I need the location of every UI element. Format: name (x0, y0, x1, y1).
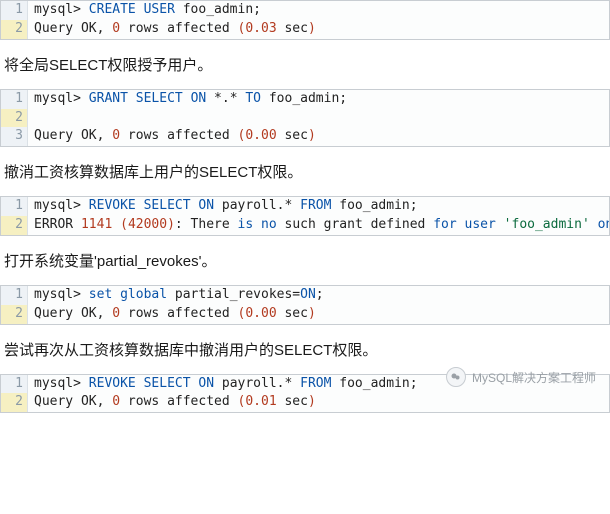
code-text: mysql> CREATE USER foo_admin; (28, 1, 609, 20)
code-text: Query OK, 0 rows affected (0.00 sec) (28, 305, 609, 324)
code-line: 1mysql> set global partial_revokes=ON; (1, 286, 609, 305)
line-number: 1 (1, 286, 28, 305)
line-number: 1 (1, 1, 28, 20)
code-line: 3Query OK, 0 rows affected (0.00 sec) (1, 127, 609, 146)
code-text: mysql> GRANT SELECT ON *.* TO foo_admin; (28, 90, 609, 109)
code-line: 1mysql> GRANT SELECT ON *.* TO foo_admin… (1, 90, 609, 109)
line-number: 1 (1, 197, 28, 216)
code-text: Query OK, 0 rows affected (0.03 sec) (28, 20, 609, 39)
line-number: 2 (1, 305, 28, 324)
code-line: 2Query OK, 0 rows affected (0.01 sec) (1, 393, 609, 412)
paragraph: 撤消工资核算数据库上用户的SELECT权限。 (4, 161, 606, 182)
line-number: 3 (1, 127, 28, 146)
line-number: 2 (1, 216, 28, 235)
code-line: 2 (1, 109, 609, 128)
paragraph: 尝试再次从工资核算数据库中撤消用户的SELECT权限。 (4, 339, 606, 360)
line-number: 1 (1, 375, 28, 394)
code-line: 2Query OK, 0 rows affected (0.00 sec) (1, 305, 609, 324)
code-text: Query OK, 0 rows affected (0.00 sec) (28, 127, 609, 146)
code-line: 1mysql> REVOKE SELECT ON payroll.* FROM … (1, 375, 609, 394)
code-line: 1mysql> CREATE USER foo_admin; (1, 1, 609, 20)
code-block: 1mysql> set global partial_revokes=ON;2Q… (0, 285, 610, 325)
code-block: 1mysql> CREATE USER foo_admin;2Query OK,… (0, 0, 610, 40)
code-text: mysql> set global partial_revokes=ON; (28, 286, 609, 305)
code-line: 1mysql> REVOKE SELECT ON payroll.* FROM … (1, 197, 609, 216)
code-text: ERROR 1141 (42000): There is no such gra… (28, 216, 610, 235)
code-text: mysql> REVOKE SELECT ON payroll.* FROM f… (28, 197, 609, 216)
code-block: 1mysql> GRANT SELECT ON *.* TO foo_admin… (0, 89, 610, 148)
code-text: Query OK, 0 rows affected (0.01 sec) (28, 393, 609, 412)
line-number: 1 (1, 90, 28, 109)
code-text: mysql> REVOKE SELECT ON payroll.* FROM f… (28, 375, 609, 394)
line-number: 2 (1, 20, 28, 39)
code-line: 2Query OK, 0 rows affected (0.03 sec) (1, 20, 609, 39)
code-block: 1mysql> REVOKE SELECT ON payroll.* FROM … (0, 196, 610, 236)
paragraph: 将全局SELECT权限授予用户。 (4, 54, 606, 75)
paragraph: 打开系统变量'partial_revokes'。 (4, 250, 606, 271)
line-number: 2 (1, 109, 28, 128)
code-block: 1mysql> REVOKE SELECT ON payroll.* FROM … (0, 374, 610, 414)
code-line: 2ERROR 1141 (42000): There is no such gr… (1, 216, 609, 235)
code-text (28, 109, 609, 128)
line-number: 2 (1, 393, 28, 412)
